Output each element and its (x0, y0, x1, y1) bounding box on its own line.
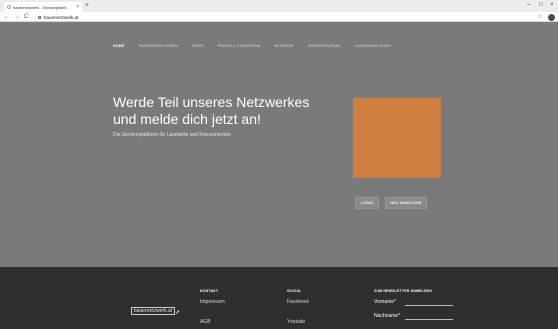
url-text: bauernetzwerk.at (44, 14, 79, 20)
footer-link-youtube[interactable]: Youtube (287, 319, 305, 325)
site-navigation: Home Partner/Aktionen News Praxis & Zwis… (113, 44, 405, 48)
login-button[interactable]: Login (355, 197, 379, 209)
hero-subtitle: Die Serviceplattform für Landwirte und K… (113, 132, 232, 138)
browser-address-bar: ← → C bauernetzwerk.at ☆ (0, 12, 558, 22)
footer-link-facebook[interactable]: Facebook (287, 299, 309, 305)
footer-social-heading: Social (287, 289, 302, 293)
tab-close-icon[interactable]: × (76, 4, 79, 10)
minimize-icon[interactable]: – (527, 1, 530, 10)
nav-item-login[interactable]: Loginanmeldung (354, 44, 391, 48)
forward-icon[interactable]: → (14, 13, 20, 21)
footer-newsletter-heading: Zum Newsletter anmelden (374, 289, 432, 293)
window-close-icon[interactable]: × (550, 1, 554, 10)
browser-tab-bar: bauernetzwerk - Servicepllattf... × + – … (0, 0, 558, 12)
hero-title: Werde Teil unseres Netzwerkes und melde … (113, 94, 310, 127)
back-icon[interactable]: ← (4, 13, 10, 21)
register-button[interactable]: Neu anmelden (385, 197, 427, 209)
lock-icon (38, 15, 41, 19)
mouse-pointer-icon: ➚ (175, 310, 181, 316)
newsletter-firstname-label: Vorname* (374, 299, 396, 305)
newsletter-lastname-input[interactable] (405, 319, 453, 320)
nav-item-home[interactable]: Home (113, 44, 125, 48)
hero-image-placeholder (353, 98, 441, 178)
footer-link-agb[interactable]: AGB (200, 319, 211, 325)
nav-item-wissensforum[interactable]: Wissensforum (308, 44, 340, 48)
footer-link-impressum[interactable]: Impressum (200, 299, 225, 305)
nav-item-praxis[interactable]: Praxis & Zwischenn (218, 44, 261, 48)
site-footer: Kontakt Impressum AGB Social Facebook Yo… (0, 267, 558, 329)
browser-tab-title: bauernetzwerk - Servicepllattf... (13, 4, 70, 10)
profile-avatar-icon[interactable] (548, 13, 555, 21)
browser-tab[interactable]: bauernetzwerk - Servicepllattf... × (4, 2, 82, 12)
nav-item-partner[interactable]: Partner/Aktionen (139, 44, 178, 48)
newsletter-lastname-label: Nachname* (374, 313, 401, 319)
nav-item-news[interactable]: News (192, 44, 204, 48)
maximize-icon[interactable]: □ (539, 1, 543, 10)
footer-kontakt-heading: Kontakt (200, 289, 219, 293)
nav-item-betriebe[interactable]: Betriebe (275, 44, 294, 48)
reload-icon[interactable]: C (24, 13, 28, 21)
new-tab-icon[interactable]: + (85, 2, 89, 10)
newsletter-firstname-input[interactable] (405, 305, 453, 306)
footer-logo[interactable]: bauernetzwerk.at (131, 307, 175, 315)
bookmark-star-icon[interactable]: ☆ (537, 13, 542, 21)
site-favicon-icon (7, 5, 11, 9)
url-field[interactable]: bauernetzwerk.at (38, 13, 528, 21)
